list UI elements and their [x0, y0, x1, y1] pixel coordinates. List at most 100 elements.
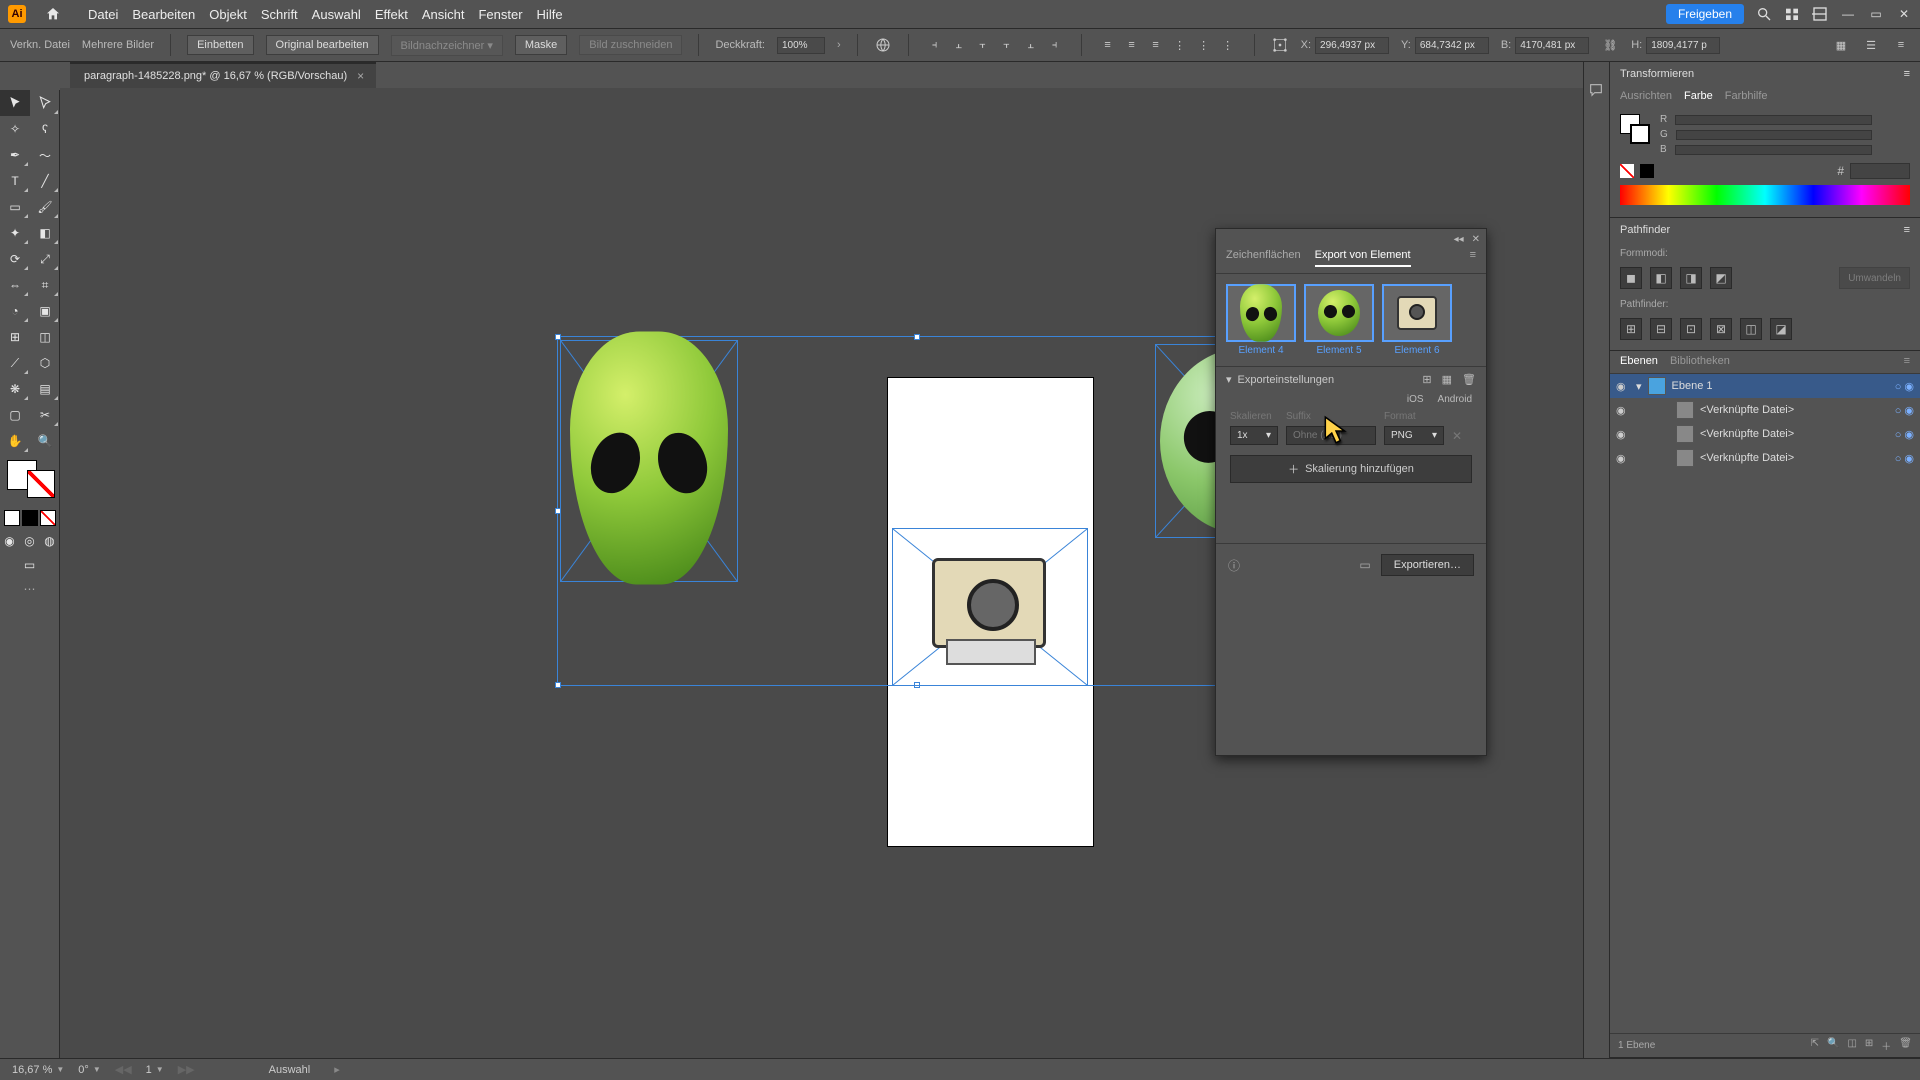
settings-icon[interactable]: ☰ [1862, 36, 1880, 54]
document-tab[interactable]: paragraph-1485228.png* @ 16,67 % (RGB/Vo… [70, 62, 376, 88]
settings-toggle-icon[interactable]: ▾ [1226, 373, 1232, 386]
align-top-icon[interactable]: ⫟ [997, 36, 1017, 54]
free-transform-tool[interactable]: ⌗ [30, 272, 60, 298]
rotate-select[interactable]: 0°▼ [78, 1064, 100, 1076]
delete-asset-icon[interactable]: 🗑 [1462, 373, 1476, 386]
suffix-field[interactable]: Ohne (Aut) [1286, 426, 1376, 445]
gradient-tool[interactable]: ◫ [30, 324, 60, 350]
window-minimize-icon[interactable]: — [1840, 6, 1856, 22]
direct-selection-tool[interactable] [30, 90, 60, 116]
thumb-element-5[interactable]: Element 5 [1304, 284, 1374, 356]
y-field[interactable]: 684,7342 px [1415, 37, 1489, 54]
group-asset-icon[interactable]: ▦ [1442, 373, 1452, 386]
divide-icon[interactable]: ⊞ [1620, 318, 1642, 340]
draw-mode-inside[interactable]: ◍ [41, 532, 59, 550]
layer-root-row[interactable]: ◉ ▾ Ebene 1 ○ ◉ [1610, 374, 1920, 398]
symbol-spray-tool[interactable]: ❋ [0, 376, 30, 402]
minus-front-icon[interactable]: ◧ [1650, 267, 1672, 289]
line-tool[interactable]: ╱ [30, 168, 60, 194]
edit-toolbar-icon[interactable]: ⋯ [0, 582, 59, 596]
export-panel[interactable]: ◂◂ ✕ Zeichenflächen Export von Element ≡… [1215, 228, 1487, 756]
visibility-icon[interactable]: ◉ [1616, 380, 1630, 393]
menu-effekt[interactable]: Effekt [375, 7, 408, 22]
merge-icon[interactable]: ⊡ [1680, 318, 1702, 340]
make-clip-icon[interactable]: ◫ [1847, 1038, 1856, 1053]
color-swatch-pair[interactable] [1620, 114, 1650, 144]
delete-layer-icon[interactable]: 🗑 [1899, 1038, 1912, 1053]
x-field[interactable]: 296,4937 px [1315, 37, 1389, 54]
w-field[interactable]: 4170,481 px [1515, 37, 1589, 54]
dist-h2-icon[interactable]: ≡ [1122, 36, 1142, 54]
libraries-tab[interactable]: Bibliotheken [1670, 355, 1730, 367]
layer-item-3[interactable]: ◉ <Verknüpfte Datei> ○ ◉ [1610, 446, 1920, 470]
selection-tool[interactable] [0, 90, 30, 116]
stroke-none[interactable] [27, 470, 55, 498]
menu-bearbeiten[interactable]: Bearbeiten [132, 7, 195, 22]
spectrum[interactable] [1620, 185, 1910, 205]
thumb-element-4[interactable]: Element 4 [1226, 284, 1296, 356]
rectangle-tool[interactable]: ▭ [0, 194, 30, 220]
new-layer-icon[interactable]: ＋ [1881, 1038, 1891, 1053]
dist-v2-icon[interactable]: ⋮ [1194, 36, 1214, 54]
menu-auswahl[interactable]: Auswahl [312, 7, 361, 22]
platform-ios[interactable]: iOS [1407, 394, 1424, 405]
transform-ref-icon[interactable] [1271, 36, 1289, 54]
add-scale-button[interactable]: ＋ Skalierung hinzufügen [1230, 455, 1472, 483]
g-bar[interactable] [1676, 130, 1872, 140]
exclude-icon[interactable]: ◩ [1710, 267, 1732, 289]
pen-tool[interactable]: ✒ [0, 142, 30, 168]
b-bar[interactable] [1675, 145, 1872, 155]
new-sublayer-icon[interactable]: ⊞ [1865, 1038, 1873, 1053]
pathfinder-header[interactable]: Pathfinder [1620, 224, 1670, 236]
menu-hilfe[interactable]: Hilfe [537, 7, 563, 22]
pathfinder-flyout-icon[interactable]: ≡ [1904, 224, 1910, 236]
unite-icon[interactable]: ◼ [1620, 267, 1642, 289]
visibility-icon[interactable]: ◉ [1616, 428, 1630, 441]
hex-field[interactable] [1850, 163, 1910, 179]
export-button[interactable]: Exportieren… [1381, 554, 1474, 576]
disclosure-icon[interactable]: ▾ [1636, 380, 1642, 393]
hand-tool[interactable]: ✋ [0, 428, 30, 454]
r-bar[interactable] [1675, 115, 1872, 125]
curvature-tool[interactable]: ～ [30, 142, 60, 168]
layer-root-name[interactable]: Ebene 1 [1672, 380, 1713, 392]
intersect-icon[interactable]: ◨ [1680, 267, 1702, 289]
mask-button[interactable]: Maske [515, 35, 567, 55]
perspective-tool[interactable]: ▣ [30, 298, 60, 324]
crop-icon[interactable]: ⊠ [1710, 318, 1732, 340]
workspace-icon[interactable] [1784, 6, 1800, 22]
shaper-tool[interactable]: ✦ [0, 220, 30, 246]
layers-tab[interactable]: Ebenen [1620, 355, 1658, 367]
magic-wand-tool[interactable]: ✧ [0, 116, 30, 142]
color-mode-none[interactable] [40, 510, 56, 526]
draw-mode-behind[interactable]: ◎ [21, 532, 39, 550]
menu-objekt[interactable]: Objekt [209, 7, 247, 22]
format-dropdown[interactable]: PNG▾ [1384, 426, 1444, 445]
arrange-icon[interactable] [1812, 6, 1828, 22]
screen-mode[interactable]: ▭ [21, 556, 39, 574]
menu-schrift[interactable]: Schrift [261, 7, 298, 22]
panel-menu-icon[interactable]: ≡ [1892, 36, 1910, 54]
color-mode-solid[interactable] [4, 510, 20, 526]
window-close-icon[interactable]: ✕ [1896, 6, 1912, 22]
subtab-align[interactable]: Ausrichten [1620, 90, 1672, 102]
shape-builder-tool[interactable]: ◔ [0, 298, 30, 324]
window-maximize-icon[interactable]: ▭ [1868, 6, 1884, 22]
embed-button[interactable]: Einbetten [187, 35, 253, 55]
dist-h1-icon[interactable]: ≡ [1098, 36, 1118, 54]
graphic-style-icon[interactable] [874, 36, 892, 54]
fill-stroke-swatch[interactable] [7, 460, 53, 506]
panel-menu-icon[interactable]: ≡ [1470, 249, 1476, 267]
align-vcenter-icon[interactable]: ⫠ [1021, 36, 1041, 54]
zoom-select[interactable]: 16,67 %▼ [12, 1064, 64, 1076]
platform-android[interactable]: Android [1438, 394, 1472, 405]
menu-datei[interactable]: Datei [88, 7, 118, 22]
share-button[interactable]: Freigeben [1666, 4, 1744, 24]
panel-flyout-icon[interactable]: ≡ [1904, 68, 1910, 80]
subtab-color[interactable]: Farbe [1684, 90, 1713, 102]
scale-dropdown[interactable]: 1x▾ [1230, 426, 1278, 445]
expand-button[interactable]: Umwandeln [1839, 267, 1910, 289]
align-right-icon[interactable]: ⫟ [973, 36, 993, 54]
export-location-icon[interactable]: ▭ [1359, 558, 1370, 572]
type-tool[interactable]: T [0, 168, 30, 194]
